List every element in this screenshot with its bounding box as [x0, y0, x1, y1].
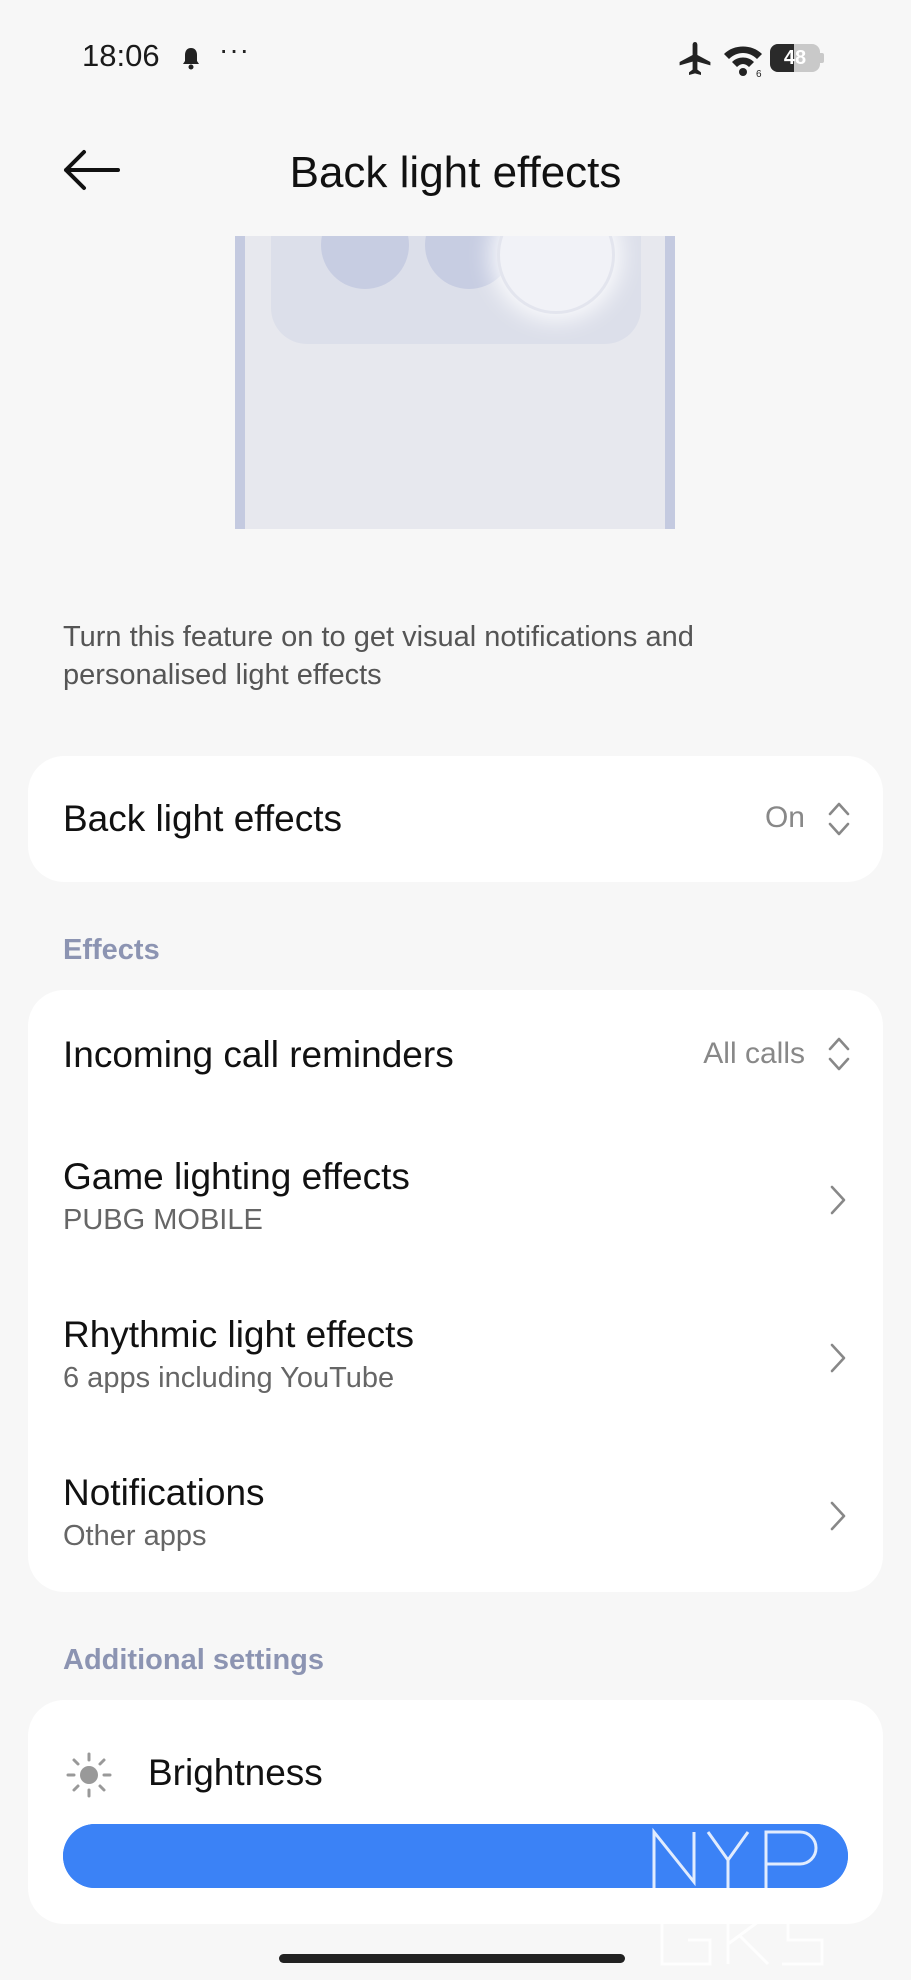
row-title: Incoming call reminders	[63, 1034, 454, 1075]
page-title: Back light effects	[289, 148, 622, 197]
more-notifications-icon: ···	[219, 34, 250, 65]
battery-icon: 48	[770, 44, 824, 72]
up-down-chevron-icon	[828, 1037, 850, 1071]
airplane-icon	[679, 42, 711, 75]
battery-level: 48	[783, 47, 807, 69]
incoming-call-reminders-row[interactable]: Incoming call reminders All calls	[28, 990, 883, 1116]
up-down-chevron-icon	[828, 802, 850, 836]
row-title: Back light effects	[63, 798, 343, 839]
game-lighting-effects-row[interactable]: Game lighting effects PUBG MOBILE	[28, 1120, 883, 1270]
main-toggle-card: Back light effects On	[28, 756, 883, 882]
brightness-label: Brightness	[148, 1752, 323, 1793]
chevron-right-icon	[830, 1185, 846, 1215]
row-subtitle: PUBG MOBILE	[63, 1204, 263, 1236]
rhythmic-light-effects-row[interactable]: Rhythmic light effects 6 apps including …	[28, 1280, 883, 1430]
row-subtitle: 6 apps including YouTube	[63, 1362, 395, 1394]
row-value: All calls	[703, 1037, 805, 1070]
notifications-row[interactable]: Notifications Other apps	[28, 1440, 883, 1590]
wifi-icon: 6	[724, 46, 762, 78]
chevron-right-icon	[830, 1501, 846, 1531]
watermark-logo	[652, 1827, 826, 1966]
row-title: Game lighting effects	[63, 1156, 410, 1197]
effects-card: Incoming call reminders All calls Game l…	[28, 990, 883, 1592]
status-bar: 18:06 ··· 6 48	[0, 0, 911, 120]
wifi-badge: 6	[756, 69, 762, 78]
section-header-additional-settings: Additional settings	[63, 1644, 324, 1676]
bell-icon	[183, 48, 199, 70]
back-light-effects-row[interactable]: Back light effects On	[28, 756, 883, 882]
status-time: 18:06	[82, 38, 160, 73]
phone-back-preview	[235, 236, 675, 529]
chevron-right-icon	[830, 1343, 846, 1373]
feature-description: Turn this feature on to get visual notif…	[63, 621, 694, 691]
home-indicator[interactable]	[279, 1954, 625, 1963]
section-header-effects: Effects	[63, 934, 160, 966]
row-title: Notifications	[63, 1472, 265, 1513]
row-subtitle: Other apps	[63, 1520, 207, 1552]
row-title: Rhythmic light effects	[63, 1314, 414, 1355]
sun-icon	[66, 1752, 112, 1798]
row-value: On	[764, 801, 805, 834]
camera-lens	[321, 236, 409, 289]
